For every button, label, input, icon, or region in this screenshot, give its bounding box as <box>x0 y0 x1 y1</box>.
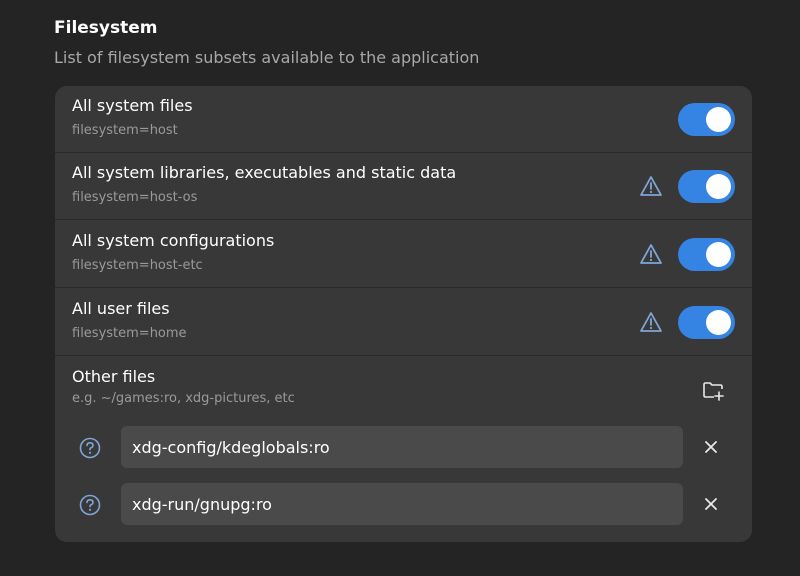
row-title: All system files <box>72 96 193 115</box>
toggle-system-libraries[interactable] <box>678 170 735 203</box>
row-user-files: All user files filesystem=home <box>55 289 752 356</box>
other-file-entry <box>55 483 752 527</box>
toggle-knob <box>706 242 731 267</box>
warning-icon <box>640 176 662 196</box>
row-title: All system configurations <box>72 231 275 250</box>
folder-add-icon[interactable] <box>701 378 725 402</box>
close-icon[interactable] <box>703 496 719 512</box>
toggle-all-system-files[interactable] <box>678 103 735 136</box>
toggle-system-configurations[interactable] <box>678 238 735 271</box>
toggle-user-files[interactable] <box>678 306 735 339</box>
toggle-knob <box>706 310 731 335</box>
row-system-configurations: All system configurations filesystem=hos… <box>55 221 752 288</box>
row-other-files: Other files e.g. ~/games:ro, xdg-picture… <box>55 356 752 542</box>
row-subtitle: filesystem=home <box>72 326 187 341</box>
row-title: All user files <box>72 299 170 318</box>
section-title: Filesystem <box>54 18 158 38</box>
close-icon[interactable] <box>703 439 719 455</box>
row-title: All system libraries, executables and st… <box>72 163 457 182</box>
row-subtitle: filesystem=host <box>72 123 178 138</box>
row-system-libraries: All system libraries, executables and st… <box>55 153 752 220</box>
warning-icon <box>640 312 662 332</box>
warning-icon <box>640 244 662 264</box>
toggle-knob <box>706 107 731 132</box>
row-title: Other files <box>72 367 156 386</box>
row-all-system-files: All system files filesystem=host <box>55 86 752 153</box>
row-subtitle: filesystem=host-etc <box>72 258 203 273</box>
section-subtitle: List of filesystem subsets available to … <box>54 48 480 67</box>
toggle-knob <box>706 174 731 199</box>
help-icon <box>79 437 101 459</box>
filesystem-card: All system files filesystem=host All sys… <box>55 86 752 542</box>
row-subtitle: e.g. ~/games:ro, xdg-pictures, etc <box>72 391 295 406</box>
other-file-input[interactable] <box>121 426 683 468</box>
other-file-entry <box>55 426 752 470</box>
row-subtitle: filesystem=host-os <box>72 190 198 205</box>
other-file-input[interactable] <box>121 483 683 525</box>
page: Filesystem List of filesystem subsets av… <box>0 0 800 576</box>
help-icon <box>79 494 101 516</box>
